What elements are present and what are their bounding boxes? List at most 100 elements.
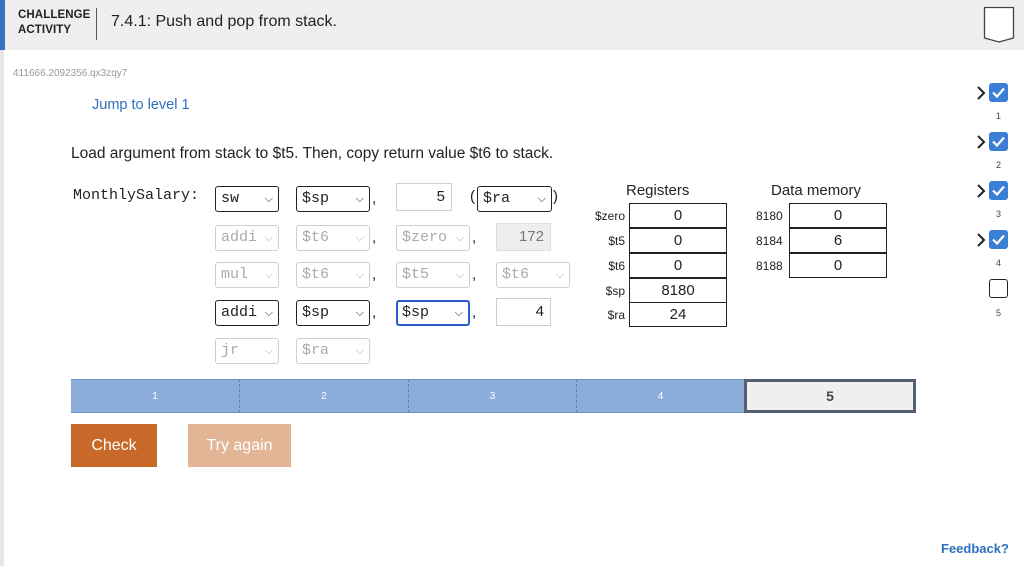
line4-comma-1: , (372, 304, 377, 321)
line1-close-paren: ) (553, 188, 558, 205)
line1-arg1-value: $sp (302, 190, 330, 207)
line4-op-select[interactable]: addi ⌵ (215, 300, 279, 326)
line2-comma-2: , (472, 229, 477, 246)
line1-op-value: sw (221, 190, 240, 207)
code-label: MonthlySalary: (73, 187, 200, 204)
level-number: 2 (995, 160, 1001, 170)
line3-arg2-value: $t5 (402, 266, 430, 283)
line4-arg2-value: $sp (402, 304, 430, 321)
memory-address: 8184 (756, 234, 783, 248)
level-2-checkbox[interactable] (989, 132, 1008, 151)
arrow-right-icon (977, 184, 986, 198)
arrow-right-icon (977, 233, 986, 247)
chevron-down-icon: ⌵ (264, 344, 273, 357)
memory-address: 8180 (756, 209, 783, 223)
progress-segment[interactable]: 1 (71, 379, 240, 413)
register-name: $t5 (608, 234, 625, 248)
jump-to-level-link[interactable]: Jump to level 1 (92, 97, 190, 113)
line1-arg1-select[interactable]: $sp ⌵ (296, 186, 370, 212)
progress-segment[interactable]: 4 (577, 379, 744, 413)
activity-header: CHALLENGE ACTIVITY 7.4.1: Push and pop f… (0, 0, 1024, 50)
line5-arg1-select: $ra ⌵ (296, 338, 370, 364)
line3-arg3-value: $t6 (502, 266, 530, 283)
chevron-down-icon: ⌵ (355, 306, 364, 319)
left-rule (0, 50, 4, 566)
line2-immediate-input: 172 (496, 223, 551, 251)
line5-op-value: jr (221, 342, 240, 359)
level-number: 5 (995, 308, 1001, 318)
level-5-checkbox[interactable] (989, 279, 1008, 298)
chevron-down-icon: ⌵ (264, 268, 273, 281)
header-accent-bar (0, 0, 5, 50)
register-value: 24 (629, 302, 727, 327)
line3-comma-1: , (372, 266, 377, 283)
data-memory-title: Data memory (771, 182, 862, 199)
line2-arg2-select: $zero ⌵ (396, 225, 470, 251)
line4-immediate-input[interactable]: 4 (496, 298, 551, 326)
chevron-down-icon: ⌵ (264, 231, 273, 244)
chevron-down-icon: ⌵ (355, 268, 364, 281)
level-3-checkbox[interactable] (989, 181, 1008, 200)
progress-segment[interactable]: 2 (240, 379, 409, 413)
progress-segment[interactable]: 3 (409, 379, 577, 413)
chevron-down-icon: ⌵ (355, 192, 364, 205)
line2-arg2-value: $zero (402, 229, 448, 246)
register-name: $ra (607, 308, 625, 322)
line4-arg2-select[interactable]: $sp ⌵ (396, 300, 470, 326)
chevron-down-icon: ⌵ (455, 268, 464, 281)
line1-base-select[interactable]: $ra ⌵ (477, 186, 552, 212)
memory-address: 8188 (756, 259, 783, 273)
line4-arg1-select[interactable]: $sp ⌵ (296, 300, 370, 326)
level-number: 3 (995, 209, 1001, 219)
line1-open-paren: ( (470, 188, 475, 205)
line2-op-value: addi (221, 229, 258, 246)
chevron-down-icon: ⌵ (555, 268, 564, 281)
register-value: 0 (629, 228, 727, 253)
header-divider (96, 8, 97, 40)
register-value: 8180 (629, 278, 727, 303)
instructions-text: Load argument from stack to $t5. Then, c… (71, 145, 554, 162)
line3-comma-2: , (472, 266, 477, 283)
memory-value: 0 (789, 253, 887, 278)
registers-title: Registers (626, 182, 690, 199)
activity-type-line1: CHALLENGE (18, 9, 91, 21)
memory-value: 0 (789, 203, 887, 228)
level-4-checkbox[interactable] (989, 230, 1008, 249)
line3-arg1-select: $t6 ⌵ (296, 262, 370, 288)
line3-arg1-value: $t6 (302, 266, 330, 283)
level-1-checkbox[interactable] (989, 83, 1008, 102)
arrow-right-icon (977, 135, 986, 149)
line2-op-select: addi ⌵ (215, 225, 279, 251)
checkmark-icon (992, 136, 1005, 148)
memory-value: 6 (789, 228, 887, 253)
line4-op-value: addi (221, 304, 258, 321)
line3-op-select: mul ⌵ (215, 262, 279, 288)
line1-op-select[interactable]: sw ⌵ (215, 186, 279, 212)
try-again-button: Try again (188, 424, 291, 467)
line3-arg3-select: $t6 ⌵ (496, 262, 570, 288)
register-name: $zero (594, 209, 625, 223)
register-name: $t6 (608, 259, 625, 273)
line3-op-value: mul (221, 266, 249, 283)
line1-offset-input[interactable]: 5 (396, 183, 452, 211)
checkmark-icon (992, 87, 1005, 99)
line1-base-value: $ra (483, 190, 511, 207)
activity-id: 411666.2092356.qx3zqy7 (13, 68, 128, 79)
chevron-down-icon: ⌵ (355, 231, 364, 244)
checkmark-icon (992, 185, 1005, 197)
line4-arg1-value: $sp (302, 304, 330, 321)
progress-segment-current[interactable]: 5 (744, 379, 916, 413)
chevron-down-icon: ⌵ (355, 344, 364, 357)
register-value: 0 (629, 253, 727, 278)
chevron-down-icon: ⌵ (454, 306, 463, 319)
activity-type-line2: ACTIVITY (18, 24, 72, 36)
chevron-down-icon: ⌵ (455, 231, 464, 244)
check-button[interactable]: Check (71, 424, 157, 467)
checkmark-icon (992, 234, 1005, 246)
bookmark-icon[interactable] (983, 6, 1015, 43)
activity-type-label: CHALLENGE ACTIVITY (18, 8, 90, 38)
line5-op-select: jr ⌵ (215, 338, 279, 364)
line5-arg1-value: $ra (302, 342, 330, 359)
line2-arg1-select: $t6 ⌵ (296, 225, 370, 251)
feedback-link[interactable]: Feedback? (941, 541, 1009, 556)
